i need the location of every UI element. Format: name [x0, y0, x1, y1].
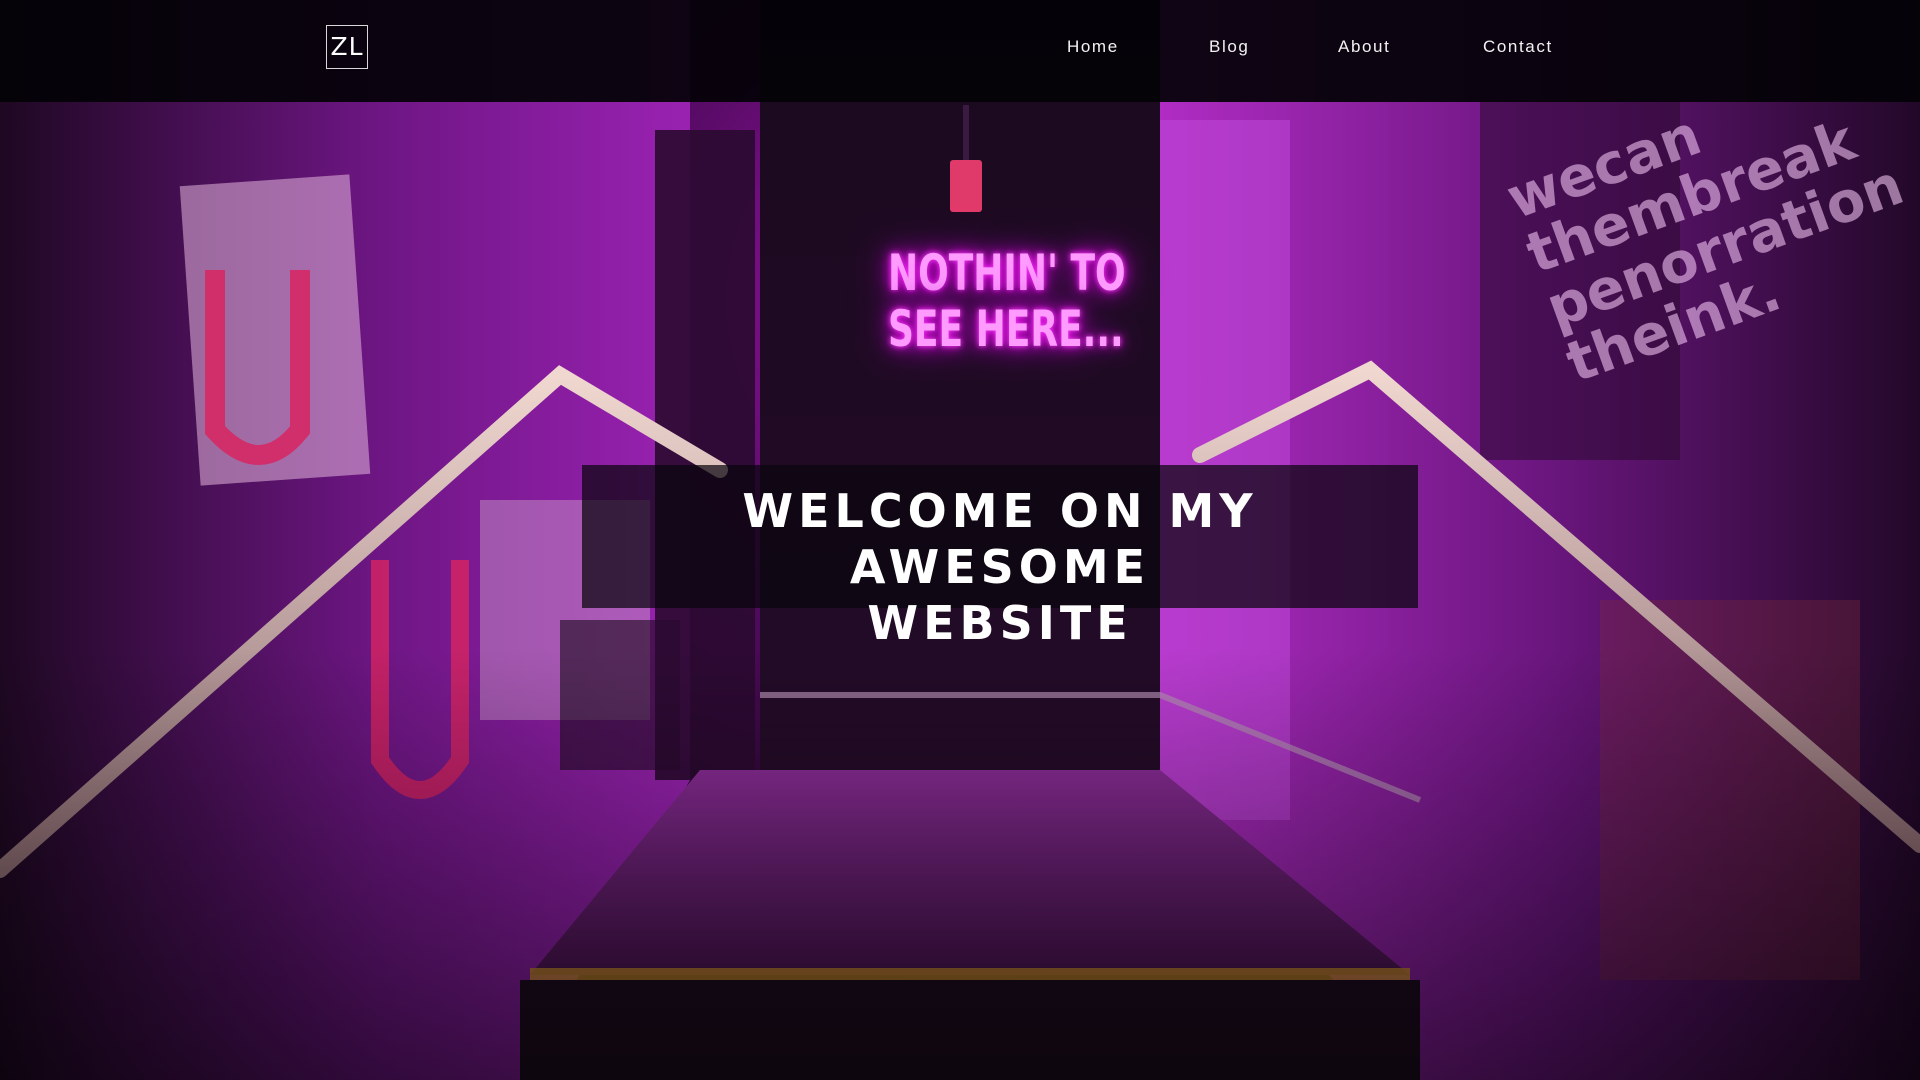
hero-title-box: WELCOME ON MY AWESOME WEBSITE	[582, 465, 1418, 650]
nav-link-blog[interactable]: Blog	[1209, 37, 1249, 57]
neon-sign-line-2: SEE HERE...	[888, 300, 1124, 358]
nav-link-about[interactable]: About	[1338, 37, 1390, 57]
hero-title-line-2: WEBSITE	[867, 596, 1133, 650]
top-navbar: ZL Home Blog About Contact	[0, 0, 1920, 102]
hero-title-line-1: WELCOME ON MY AWESOME	[742, 484, 1258, 594]
neon-sign-line-1: NOTHIN' TO	[888, 244, 1126, 302]
neon-sign-text: NOTHIN' TO SEE HERE...	[888, 244, 1126, 365]
nav-link-home[interactable]: Home	[1067, 37, 1119, 57]
hero-title: WELCOME ON MY AWESOME WEBSITE	[582, 483, 1418, 651]
main-nav: Home Blog About Contact	[1000, 37, 1600, 61]
nav-link-contact[interactable]: Contact	[1483, 37, 1553, 57]
page: NOTHIN' TO SEE HERE... wecan thembreak p…	[0, 0, 1920, 1080]
site-logo[interactable]: ZL	[326, 25, 368, 69]
